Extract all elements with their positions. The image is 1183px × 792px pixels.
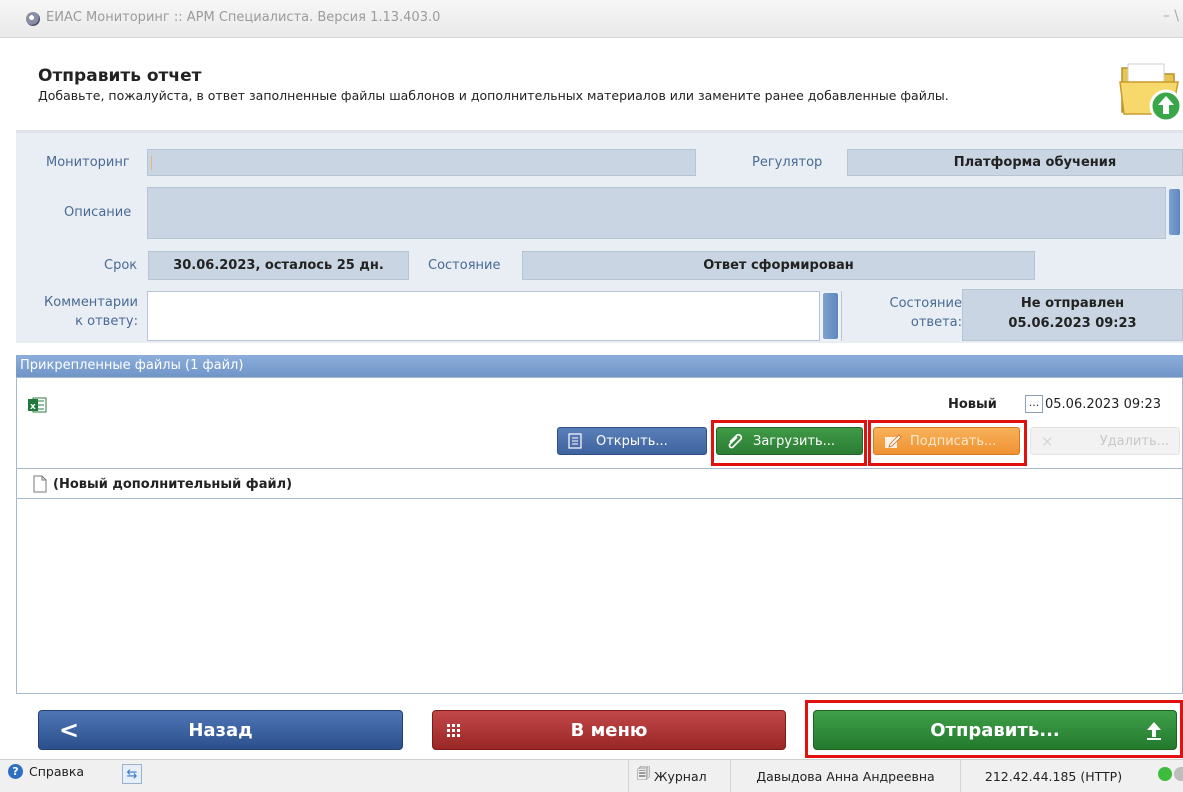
help-icon: ? <box>8 764 23 779</box>
comment-textarea[interactable] <box>147 291 842 341</box>
sign-button[interactable]: Подписать... <box>873 427 1020 455</box>
monitoring-label: Мониторинг <box>46 155 130 170</box>
paperclip-icon <box>728 433 743 449</box>
pen-sign-icon <box>885 434 902 448</box>
attached-files-header: Прикрепленные файлы (1 файл) <box>16 355 1183 377</box>
secondary-status-icon <box>1174 767 1183 781</box>
file-date: 05.06.2023 09:23 <box>1045 397 1162 412</box>
help-button[interactable]: ? Справка <box>8 764 84 779</box>
monitoring-field[interactable] <box>147 149 696 176</box>
blank-document-icon <box>33 475 47 493</box>
open-button[interactable]: Открыть... <box>557 427 707 455</box>
deadline-label: Срок <box>104 258 138 273</box>
app-icon <box>26 12 40 26</box>
journal-icon: 🗐 <box>637 767 650 782</box>
server-address: 212.42.44.185 (HTTP) <box>960 760 1146 792</box>
journal-button[interactable]: 🗐 Журнал <box>628 760 730 792</box>
folder-upload-icon <box>1119 63 1183 123</box>
excel-file-icon: x <box>28 397 47 413</box>
comment-scrollbar[interactable] <box>819 291 841 341</box>
refresh-button[interactable]: ⇆ <box>122 764 142 784</box>
files-list-empty-area <box>16 499 1183 694</box>
arrow-up-icon <box>1147 722 1161 740</box>
chevron-left-icon: < <box>59 716 80 744</box>
description-label: Описание <box>64 205 132 220</box>
comment-label: Комментарии к ответу: <box>44 295 138 329</box>
regulator-label: Регулятор <box>752 155 823 170</box>
grid-icon <box>447 724 460 737</box>
connection-status-icon <box>1158 767 1172 781</box>
answer-state-label: Состояние ответа: <box>889 296 962 330</box>
description-field[interactable] <box>147 187 1183 239</box>
regulator-field: Платформа обучения <box>847 149 1183 176</box>
deadline-field: 30.06.2023, осталось 25 дн. <box>148 251 409 280</box>
window-title: ЕИАС Мониторинг :: АРМ Специалиста. Верс… <box>46 10 441 25</box>
state-field: Ответ сформирован <box>522 251 1035 280</box>
upload-button[interactable]: Загрузить... <box>716 427 863 455</box>
back-button[interactable]: < Назад <box>38 710 403 750</box>
refresh-icon: ⇆ <box>126 766 138 782</box>
send-button[interactable]: Отправить... <box>813 710 1177 750</box>
file-date-picker-button[interactable]: ... <box>1025 395 1043 413</box>
new-file-label: (Новый дополнительный файл) <box>53 477 293 492</box>
page-title: Отправить отчет <box>38 66 202 86</box>
answer-state-field: Не отправлен 05.06.2023 09:23 <box>962 289 1183 341</box>
window-controls[interactable]: – \ <box>1163 8 1179 24</box>
delete-button[interactable]: ✕ Удалить... <box>1030 427 1180 455</box>
svg-text:x: x <box>30 402 36 412</box>
document-icon <box>568 433 582 449</box>
delete-icon: ✕ <box>1041 433 1054 451</box>
menu-button[interactable]: В меню <box>432 710 786 750</box>
state-label: Состояние <box>428 258 501 273</box>
description-scrollbar[interactable] <box>1165 187 1183 239</box>
page-subtitle: Добавьте, пожалуйста, в ответ заполненны… <box>38 88 949 103</box>
file-status: Новый <box>948 397 997 412</box>
user-name: Давыдова Анна Андреевна <box>730 760 960 792</box>
